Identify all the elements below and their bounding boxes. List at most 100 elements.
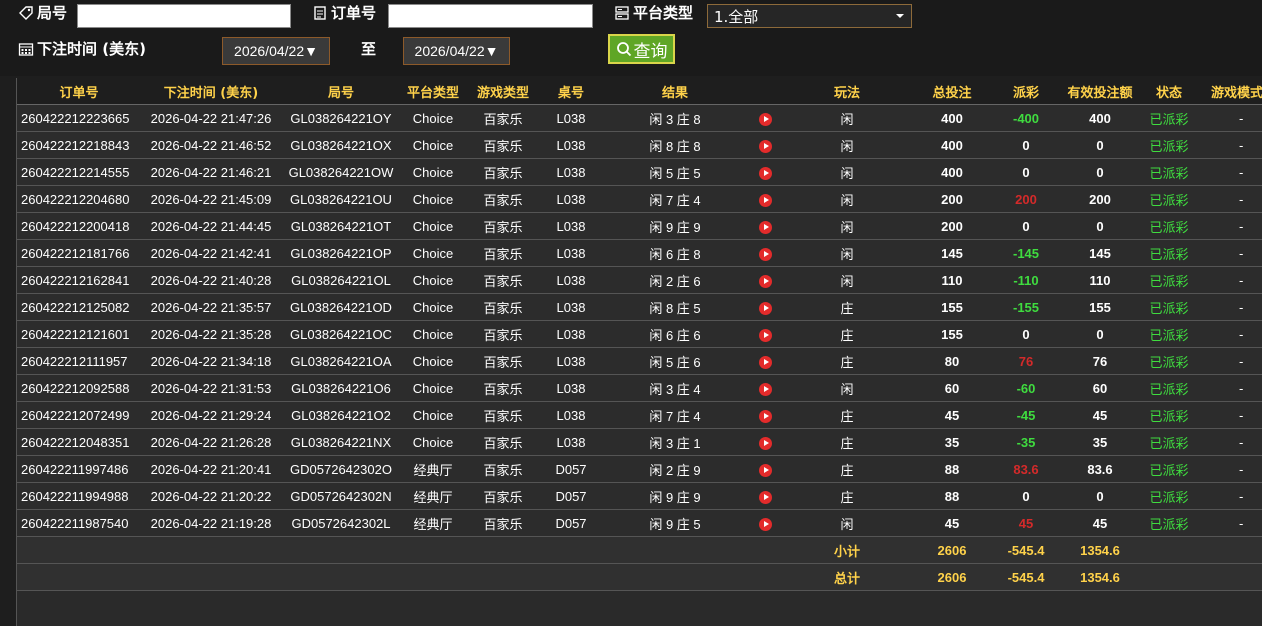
replay-button[interactable] [749, 320, 781, 348]
payout-cell: -400 [991, 104, 1061, 132]
status-cell: 已派彩 [1139, 239, 1199, 267]
table-id-cell: L038 [541, 158, 601, 186]
bet-time-cell: 2026-04-22 21:29:24 [141, 401, 281, 429]
total-bet-cell: 400 [913, 158, 991, 186]
bet-type-cell: 庄 [781, 293, 913, 321]
payout-cell: 0 [991, 320, 1061, 348]
table-row: 260422211997486 2026-04-22 21:20:41 GD0572… [17, 455, 1262, 483]
status-cell: 已派彩 [1139, 212, 1199, 240]
replay-button[interactable] [749, 374, 781, 402]
bet-time-cell: 2026-04-22 21:20:41 [141, 455, 281, 483]
replay-button[interactable] [749, 185, 781, 213]
game-type-cell: 百家乐 [465, 185, 541, 213]
column-header: 结果 [601, 78, 749, 105]
bet-type-cell: 庄 [781, 320, 913, 348]
table-id-cell: L038 [541, 374, 601, 402]
replay-button[interactable] [749, 509, 781, 537]
game-mode-cell: - [1199, 131, 1262, 159]
valid-bet-cell: 45 [1061, 401, 1139, 429]
valid-bet-cell: 145 [1061, 239, 1139, 267]
result-cell: 闲 3 庄 4 [601, 374, 749, 402]
order-id-cell: 260422211987540 [17, 509, 141, 537]
payout-cell: -145 [991, 239, 1061, 267]
play-icon [758, 328, 772, 342]
table-id-cell: L038 [541, 239, 601, 267]
replay-button[interactable] [749, 482, 781, 510]
platform-cell: Choice [401, 401, 465, 429]
round-id-cell: GL038264221OD [281, 293, 401, 321]
bet-time-cell: 2026-04-22 21:47:26 [141, 104, 281, 132]
valid-bet-cell: 83.6 [1061, 455, 1139, 483]
column-header: 状态 [1139, 78, 1199, 105]
platform-select[interactable]: 1.全部 [707, 4, 912, 28]
replay-button[interactable] [749, 212, 781, 240]
play-icon [758, 517, 772, 531]
platform-cell: 经典厅 [401, 482, 465, 510]
replay-button[interactable] [749, 293, 781, 321]
platform-cell: Choice [401, 374, 465, 402]
order-input[interactable] [388, 4, 593, 28]
date-to-picker[interactable]: 2026/04/22▼ [403, 37, 510, 65]
play-icon [758, 409, 772, 423]
round-id-cell: GL038264221OX [281, 131, 401, 159]
date-from-picker[interactable]: 2026/04/22▼ [222, 37, 330, 65]
replay-button[interactable] [749, 428, 781, 456]
replay-button[interactable] [749, 104, 781, 132]
column-header: 平台类型 [401, 78, 465, 105]
payout-cell: 83.6 [991, 455, 1061, 483]
replay-button[interactable] [749, 347, 781, 375]
play-icon [758, 139, 772, 153]
replay-button[interactable] [749, 401, 781, 429]
column-header: 游戏模式 [1199, 78, 1262, 105]
table-id-cell: L038 [541, 401, 601, 429]
table-id-cell: L038 [541, 347, 601, 375]
bet-type-cell: 闲 [781, 239, 913, 267]
order-id-cell: 260422212092588 [17, 374, 141, 402]
round-id-cell: GL038264221OP [281, 239, 401, 267]
status-cell: 已派彩 [1139, 401, 1199, 429]
game-type-cell: 百家乐 [465, 239, 541, 267]
replay-button[interactable] [749, 131, 781, 159]
column-header: 游戏类型 [465, 78, 541, 105]
result-cell: 闲 8 庄 8 [601, 131, 749, 159]
round-id-cell: GL038264221OT [281, 212, 401, 240]
table-id-cell: L038 [541, 131, 601, 159]
game-mode-cell: - [1199, 428, 1262, 456]
total-bet-cell: 110 [913, 266, 991, 294]
column-header: 总投注 [913, 78, 991, 105]
total-bet-cell: 200 [913, 212, 991, 240]
order-id-cell: 260422212048351 [17, 428, 141, 456]
search-button[interactable]: 查询 [608, 34, 675, 64]
game-type-cell: 百家乐 [465, 158, 541, 186]
bet-record-table-container: 订单号 下注时间 (美东) 局号 平台类型 游戏类型 桌号 结果 玩法 总投注 … [16, 78, 1262, 626]
round-input[interactable] [77, 4, 291, 28]
play-icon [758, 112, 772, 126]
replay-button[interactable] [749, 455, 781, 483]
play-icon [758, 463, 772, 477]
total-bet-cell: 88 [913, 482, 991, 510]
play-icon [758, 193, 772, 207]
platform-label: 平台类型 [614, 2, 693, 23]
table-id-cell: L038 [541, 320, 601, 348]
status-cell: 已派彩 [1139, 266, 1199, 294]
total-bet-cell: 35 [913, 428, 991, 456]
play-icon [758, 301, 772, 315]
replay-button[interactable] [749, 158, 781, 186]
grandtotal-row: 总计 2606 -545.4 1354.6 [17, 563, 1262, 591]
total-bet-cell: 60 [913, 374, 991, 402]
grandtotal-valid-bet: 1354.6 [1061, 563, 1139, 591]
bet-type-cell: 庄 [781, 455, 913, 483]
bet-time-cell: 2026-04-22 21:44:45 [141, 212, 281, 240]
order-id-cell: 260422212204680 [17, 185, 141, 213]
platform-cell: Choice [401, 185, 465, 213]
game-mode-cell: - [1199, 455, 1262, 483]
valid-bet-cell: 0 [1061, 158, 1139, 186]
status-cell: 已派彩 [1139, 428, 1199, 456]
bet-type-cell: 闲 [781, 104, 913, 132]
status-cell: 已派彩 [1139, 158, 1199, 186]
column-header: 局号 [281, 78, 401, 105]
replay-button[interactable] [749, 266, 781, 294]
valid-bet-cell: 400 [1061, 104, 1139, 132]
filter-bar: 局号 订单号 平台类型 1.全部 下注时间 (美东) 2026/04/22▼ 至… [0, 0, 1262, 76]
replay-button[interactable] [749, 239, 781, 267]
